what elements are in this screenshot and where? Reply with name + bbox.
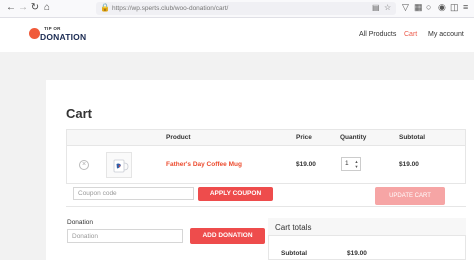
sidebar-icon[interactable]: ◫	[450, 2, 459, 13]
library-icon[interactable]: ▦	[414, 2, 423, 13]
remove-item-icon[interactable]: ×	[79, 160, 89, 170]
quantity-stepper[interactable]: 1 ▲ ▼	[341, 157, 361, 171]
bookmark-star-icon[interactable]: ☆	[384, 3, 391, 12]
coupon-placeholder: Coupon code	[78, 190, 117, 197]
browser-toolbar: ← → ↻ ⌂ 🔒 https://wp.sperts.club/woo-don…	[0, 0, 474, 18]
column-header-quantity: Quantity	[340, 134, 367, 141]
donation-placeholder: Donation	[72, 233, 99, 240]
logo-wordmark[interactable]: DONATION	[40, 32, 86, 42]
column-header-subtotal: Subtotal	[399, 134, 425, 141]
url-text: https://wp.sperts.club/woo-donation/cart…	[112, 5, 229, 12]
home-icon[interactable]: ⌂	[41, 2, 53, 14]
reader-view-icon[interactable]: ▤	[372, 3, 380, 12]
cart-totals-title: Cart totals	[275, 223, 312, 232]
donation-input[interactable]: Donation	[67, 229, 183, 243]
forward-arrow-icon[interactable]: →	[17, 2, 29, 14]
site-header: TIP OR DONATION All Products Cart My acc…	[0, 18, 474, 52]
nav-my-account[interactable]: My account	[428, 31, 464, 38]
back-arrow-icon[interactable]: ←	[5, 2, 17, 14]
shield-icon[interactable]: ▽	[402, 2, 409, 13]
product-link[interactable]: Father's Day Coffee Mug	[166, 161, 242, 168]
quantity-spin-icon[interactable]: ▲ ▼	[354, 159, 359, 169]
lock-icon: 🔒	[100, 3, 110, 12]
donation-label: Donation	[67, 219, 94, 226]
coupon-input[interactable]: Coupon code	[73, 187, 194, 200]
account-icon[interactable]: ◉	[438, 2, 446, 13]
item-subtotal: $19.00	[399, 161, 419, 168]
item-price: $19.00	[296, 161, 316, 168]
column-header-price: Price	[296, 134, 312, 141]
menu-icon[interactable]: ≡	[463, 2, 468, 12]
column-header-product: Product	[166, 134, 191, 141]
logo-heart-icon[interactable]	[29, 28, 40, 39]
update-cart-button[interactable]: UPDATE CART	[375, 187, 445, 205]
subtotal-value: $19.00	[347, 250, 367, 257]
page-title: Cart	[66, 106, 93, 121]
extension-icon[interactable]: ○	[426, 2, 431, 12]
logo-tagline[interactable]: TIP OR	[44, 26, 61, 31]
nav-cart[interactable]: Cart	[404, 31, 417, 38]
add-donation-button[interactable]: ADD DONATION	[190, 228, 265, 244]
apply-coupon-button[interactable]: APPLY COUPON	[198, 187, 273, 201]
reload-icon[interactable]: ↻	[29, 2, 41, 14]
address-bar[interactable]: 🔒 https://wp.sperts.club/woo-donation/ca…	[96, 2, 396, 15]
divider	[66, 206, 466, 207]
subtotal-label: Subtotal	[281, 250, 307, 257]
nav-all-products[interactable]: All Products	[359, 31, 396, 38]
product-thumbnail[interactable]	[106, 152, 132, 178]
mug-image-icon	[113, 159, 129, 173]
quantity-value: 1	[345, 160, 349, 167]
